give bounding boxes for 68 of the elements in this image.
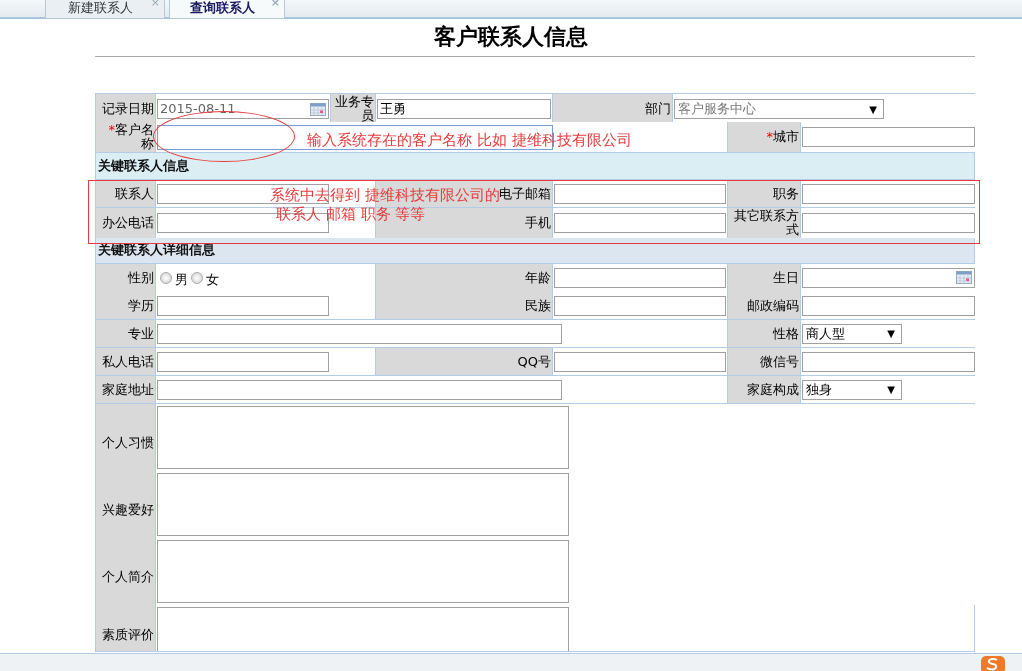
input-field[interactable] [554,351,726,372]
field-label: 联系人 [115,186,154,201]
input-field[interactable] [802,127,975,147]
input-field[interactable] [157,183,329,204]
text-area[interactable] [157,473,569,536]
tab[interactable]: 新建联系人 [67,0,133,15]
field-label: 兴趣爱好 [102,503,154,517]
input-field[interactable]: 王勇 [377,99,551,119]
input-field[interactable] [554,183,726,204]
field-label: 其它联系方式 [733,209,799,237]
annotation-text: 系统中去得到 捷维科技有限公司的 [270,186,500,205]
field-label: 职务 [773,186,799,201]
field-label: 部门 [645,102,671,116]
input-field[interactable] [802,295,975,316]
field-label: 性格 [773,326,799,341]
caret-icon: ▼ [869,101,877,117]
field-label: 家庭地址 [102,382,154,397]
field-label: 邮政编码 [747,298,799,313]
input-field[interactable] [554,295,726,316]
field-label: 专业 [128,326,154,341]
field-label: 民族 [525,298,551,313]
field-label: QQ号 [517,354,551,369]
radio-label[interactable]: 男 [175,270,188,290]
input-field[interactable] [157,379,562,400]
input-field[interactable] [554,267,726,288]
radio-label[interactable]: 女 [206,270,219,290]
caret-icon: ▼ [887,326,895,341]
field-label: 性别 [128,270,154,285]
text-area[interactable] [157,540,569,603]
field-label: 年龄 [525,270,551,285]
section-header: 关键联系人信息 [96,153,974,180]
input-field[interactable] [554,213,726,233]
calendar-icon[interactable] [310,102,326,116]
calendar-icon[interactable] [956,271,972,285]
field-label: 家庭构成 [747,382,799,397]
input-field[interactable] [157,295,329,316]
text-area[interactable] [157,406,569,469]
field-label: 业务专员 [334,95,374,123]
field-label: 记录日期 [102,102,154,116]
field-label: 私人电话 [102,354,154,369]
dropdown[interactable]: 商人型 ▼ [802,323,902,344]
field-label: *城市 [766,130,799,144]
field-label: 学历 [128,298,154,313]
tab[interactable]: 查询联系人 [189,0,255,15]
field-label: 办公电话 [102,216,154,230]
input-field[interactable] [802,183,975,204]
caret-icon: ▼ [887,382,895,397]
date-field[interactable] [802,267,975,288]
input-field[interactable] [802,351,975,372]
field-label: 生日 [773,270,799,285]
field-label: 个人简介 [102,570,154,584]
page-title: 客户联系人信息 [433,23,589,51]
field-label: 素质评价 [102,628,154,642]
annotation-text: 联系人 邮箱 职务 等等 [275,205,427,224]
field-label: 手机 [525,216,551,230]
field-label: 电子邮箱 [499,186,551,201]
input-field[interactable] [157,351,329,372]
radio-button[interactable] [160,271,172,284]
date-field[interactable]: 2015-08-11 [157,99,329,119]
field-label: 微信号 [760,354,799,369]
field-label: *客户名称 [107,123,154,151]
text-area[interactable] [157,607,569,651]
input-field[interactable] [157,323,562,344]
input-field[interactable] [802,213,975,233]
dropdown[interactable]: 独身 ▼ [802,379,902,400]
radio-button[interactable] [191,271,203,284]
app-icon[interactable] [980,655,1006,671]
field-label: 个人习惯 [102,436,154,450]
